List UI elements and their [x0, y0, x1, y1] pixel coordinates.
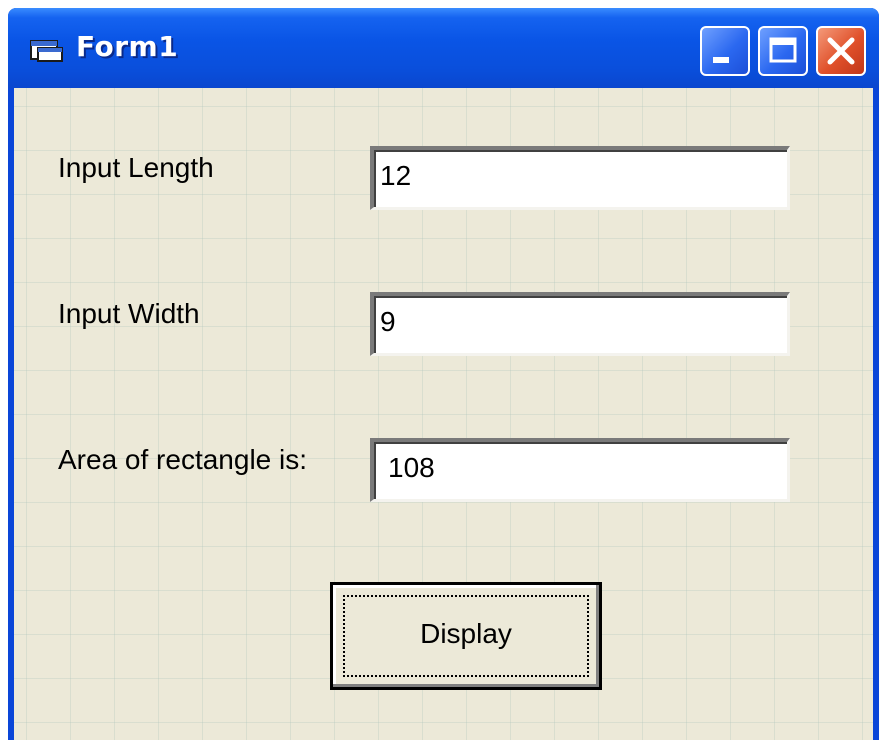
- display-button[interactable]: Display: [330, 582, 602, 690]
- area-label: Area of rectangle is:: [58, 444, 308, 475]
- minimize-icon: [713, 57, 729, 63]
- maximize-icon: [769, 37, 797, 63]
- width-input[interactable]: 9: [370, 292, 790, 356]
- app-window: Form1 Input Length 12 Input Width 9 Area…: [8, 8, 879, 740]
- length-input[interactable]: 12: [370, 146, 790, 210]
- minimize-button[interactable]: [700, 26, 750, 76]
- title-bar[interactable]: Form1: [8, 8, 879, 88]
- display-button-label: Display: [420, 618, 512, 649]
- form-client-area: Input Length 12 Input Width 9 Area of re…: [14, 88, 873, 740]
- width-label: Input Width: [58, 298, 200, 329]
- form-icon: [30, 40, 63, 62]
- length-label: Input Length: [58, 152, 214, 183]
- close-icon: [827, 37, 855, 65]
- window-title: Form1: [76, 30, 179, 63]
- area-output[interactable]: 108: [370, 438, 790, 502]
- maximize-button[interactable]: [758, 26, 808, 76]
- close-button[interactable]: [816, 26, 866, 76]
